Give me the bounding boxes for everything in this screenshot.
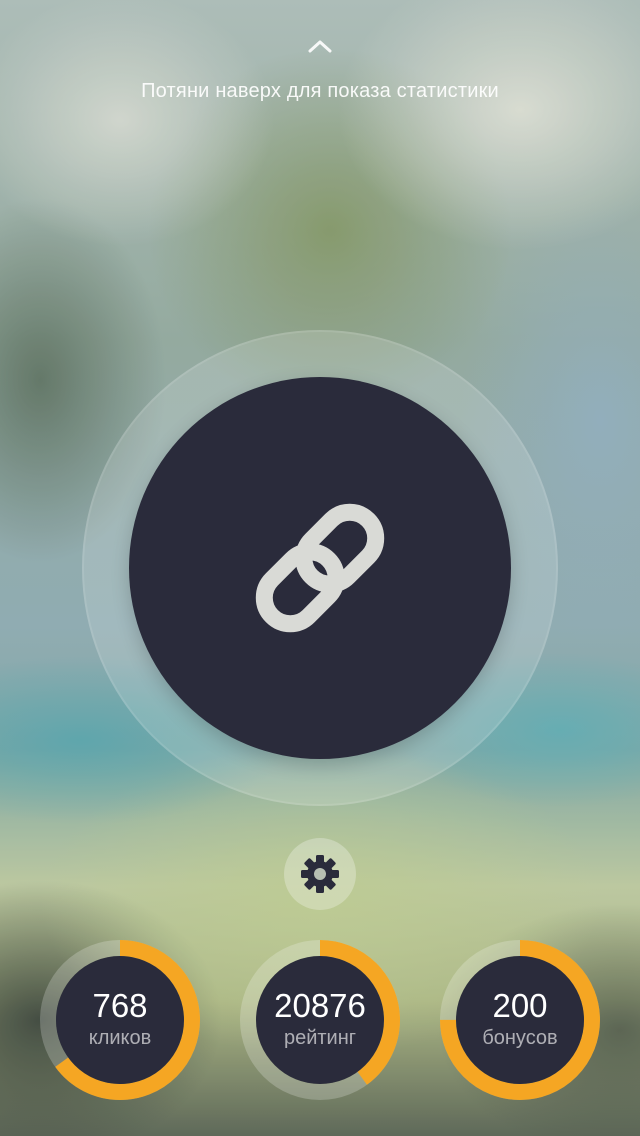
stat-clicks-label: кликов — [88, 1027, 152, 1049]
link-button[interactable] — [129, 377, 511, 759]
stat-rating[interactable]: 20876 рейтинг — [240, 940, 400, 1100]
stat-bonuses-inner: 200 бонусов — [456, 956, 584, 1084]
stat-rating-inner: 20876 рейтинг — [256, 956, 384, 1084]
stat-clicks-value: 768 — [92, 987, 148, 1024]
settings-button[interactable] — [284, 838, 356, 910]
stat-rating-label: рейтинг — [283, 1027, 357, 1049]
stat-clicks[interactable]: 768 кликов — [40, 940, 200, 1100]
stat-bonuses-value: 200 — [492, 987, 548, 1024]
stat-clicks-inner: 768 кликов — [56, 956, 184, 1084]
gear-icon — [301, 855, 339, 893]
stat-bonuses[interactable]: 200 бонусов — [440, 940, 600, 1100]
chevron-up-icon[interactable] — [305, 36, 335, 56]
link-icon — [255, 503, 385, 633]
stat-bonuses-label: бонусов — [482, 1027, 558, 1049]
stat-rating-value: 20876 — [274, 987, 366, 1024]
pull-up-hint: Потяни наверх для показа статистики — [141, 80, 499, 102]
